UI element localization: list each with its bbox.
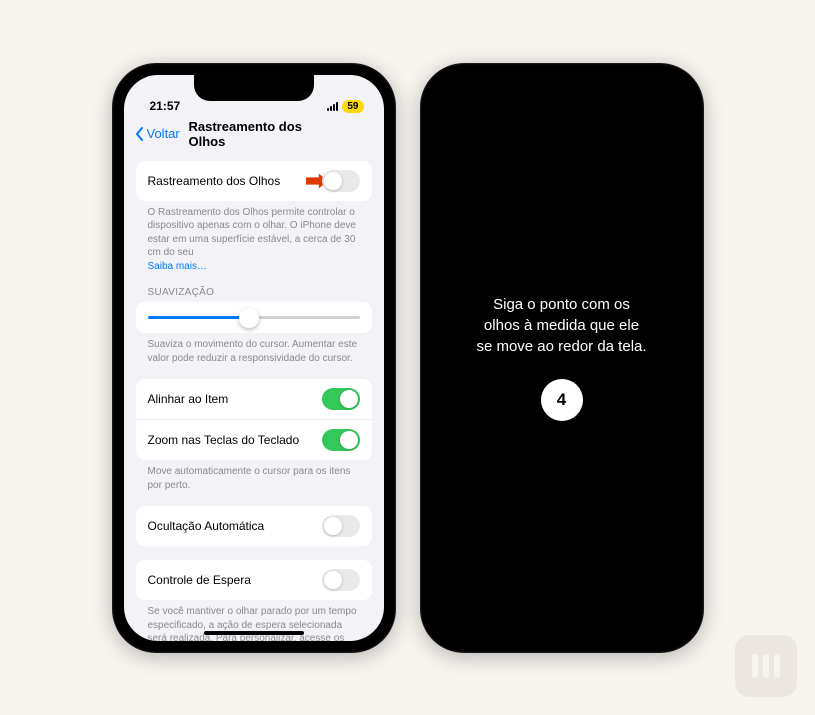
settings-screen: 21:57 59 Voltar Rastreamento dos Olhos R… [124, 75, 384, 641]
row-snap-item[interactable]: Alinhar ao Item [136, 379, 372, 420]
page-title: Rastreamento dos Olhos [189, 119, 319, 149]
logo-icon [748, 648, 784, 684]
watermark-logo [735, 635, 797, 697]
calibration-screen: Siga o ponto com os olhos à medida que e… [432, 75, 692, 641]
row-zoom-keys[interactable]: Zoom nas Teclas do Teclado [136, 420, 372, 460]
smoothing-footer: Suaviza o movimento do cursor. Aumentar … [136, 333, 372, 365]
home-indicator [204, 631, 304, 635]
notch [194, 75, 314, 101]
notch [502, 75, 622, 101]
row-smoothing-slider [136, 302, 372, 333]
toggle-eye-tracking[interactable] [322, 170, 360, 192]
chevron-left-icon [134, 126, 146, 142]
countdown-number: 4 [557, 390, 566, 410]
tracking-footer: O Rastreamento dos Olhos permite control… [136, 201, 372, 274]
status-indicators: 59 [327, 100, 363, 113]
group-tracking: Rastreamento dos Olhos O Rastreamento do… [136, 161, 372, 274]
battery-badge: 59 [342, 100, 363, 113]
group-autohide: Ocultação Automática [136, 506, 372, 546]
toggle-autohide[interactable] [322, 515, 360, 537]
calibration-dot: 4 [541, 379, 583, 421]
status-time: 21:57 [150, 99, 181, 113]
row-autohide[interactable]: Ocultação Automática [136, 506, 372, 546]
toggle-dwell[interactable] [322, 569, 360, 591]
phone-left: 21:57 59 Voltar Rastreamento dos Olhos R… [112, 63, 396, 653]
settings-content: Rastreamento dos Olhos O Rastreamento do… [124, 153, 384, 641]
phone-right: Siga o ponto com os olhos à medida que e… [420, 63, 704, 653]
toggle-snap-item[interactable] [322, 388, 360, 410]
toggle-zoom-keys[interactable] [322, 429, 360, 451]
row-eye-tracking[interactable]: Rastreamento dos Olhos [136, 161, 372, 201]
row-label: Ocultação Automática [148, 519, 265, 533]
snap-footer: Move automaticamente o cursor para os it… [136, 460, 372, 492]
row-dwell[interactable]: Controle de Espera [136, 560, 372, 600]
group-snap: Alinhar ao Item Zoom nas Teclas do Tecla… [136, 379, 372, 492]
smoothing-header: SUAVIZAÇÃO [136, 287, 372, 302]
learn-more-link[interactable]: Saiba mais… [148, 261, 207, 272]
row-label: Controle de Espera [148, 573, 251, 587]
slider-thumb[interactable] [239, 308, 259, 328]
row-label: Rastreamento dos Olhos [148, 174, 281, 188]
row-label: Alinhar ao Item [148, 392, 229, 406]
signal-icon [327, 101, 338, 111]
back-button[interactable]: Voltar [134, 126, 180, 142]
back-label: Voltar [147, 126, 180, 141]
row-label: Zoom nas Teclas do Teclado [148, 433, 300, 447]
group-dwell: Controle de Espera Se você mantiver o ol… [136, 560, 372, 641]
group-smoothing: SUAVIZAÇÃO Suaviza o movimento do cursor… [136, 287, 372, 365]
nav-bar: Voltar Rastreamento dos Olhos [124, 115, 384, 153]
calibration-instruction: Siga o ponto com os olhos à medida que e… [476, 294, 646, 357]
smoothing-slider[interactable] [148, 316, 360, 319]
